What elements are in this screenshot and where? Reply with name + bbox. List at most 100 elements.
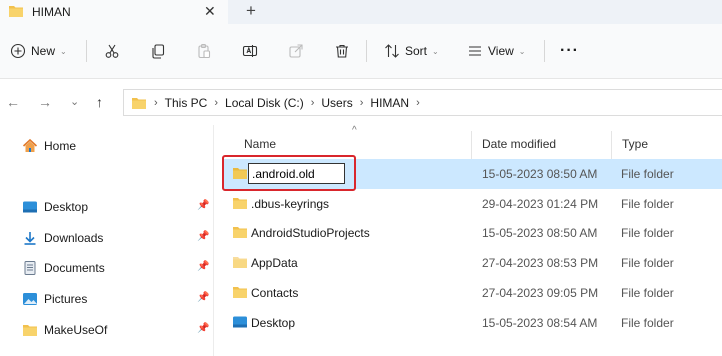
file-row[interactable]: .dbus-keyrings 29-04-2023 01:24 PM File … bbox=[222, 189, 722, 219]
copy-icon bbox=[150, 43, 166, 59]
type-cell: File folder bbox=[621, 167, 674, 181]
sidebar-item-pictures[interactable]: Pictures 📌 bbox=[22, 289, 212, 309]
breadcrumb-local-disk[interactable]: Local Disk (C:) bbox=[225, 96, 304, 110]
date-modified-cell: 29-04-2023 01:24 PM bbox=[482, 197, 599, 211]
sidebar-item-label: Documents bbox=[44, 261, 105, 275]
pin-icon[interactable]: 📌 bbox=[197, 292, 209, 303]
cut-button[interactable] bbox=[104, 40, 120, 62]
forward-button[interactable]: → bbox=[38, 94, 52, 110]
navigation-row: ← → ⌄ ↑ › This PC › Local Disk (C:) › Us… bbox=[0, 79, 722, 125]
column-header-name[interactable]: Name bbox=[244, 137, 276, 151]
type-cell: File folder bbox=[621, 197, 674, 211]
chevron-down-icon: ⌄ bbox=[518, 46, 526, 56]
sidebar-item-label: Downloads bbox=[44, 231, 104, 245]
share-button[interactable] bbox=[288, 40, 304, 62]
breadcrumb-separator: › bbox=[154, 96, 158, 109]
close-icon[interactable]: ✕ bbox=[204, 3, 216, 20]
file-row[interactable]: Desktop 15-05-2023 08:54 AM File folder bbox=[222, 308, 722, 338]
delete-button[interactable] bbox=[334, 40, 350, 62]
pin-icon[interactable]: 📌 bbox=[197, 231, 209, 242]
sort-icon bbox=[384, 43, 400, 59]
tab-himan[interactable]: HIMAN ✕ bbox=[0, 0, 228, 24]
home-icon bbox=[22, 138, 38, 154]
chevron-down-icon: ⌄ bbox=[60, 46, 67, 56]
paste-icon bbox=[196, 43, 212, 59]
tab-title: HIMAN bbox=[32, 5, 71, 19]
toolbar-divider bbox=[544, 40, 545, 62]
folder-icon bbox=[232, 255, 248, 269]
sidebar-item-downloads[interactable]: Downloads 📌 bbox=[22, 228, 212, 248]
date-modified-cell: 27-04-2023 09:05 PM bbox=[482, 286, 599, 300]
address-bar[interactable]: › This PC › Local Disk (C:) › Users › HI… bbox=[123, 89, 722, 116]
file-name-cell: AndroidStudioProjects bbox=[251, 226, 370, 240]
desktop-icon bbox=[232, 315, 248, 329]
folder-icon bbox=[131, 96, 147, 110]
breadcrumb-this-pc[interactable]: This PC bbox=[165, 96, 208, 110]
tab-strip: HIMAN ✕ + bbox=[0, 0, 722, 24]
file-row[interactable]: Contacts 27-04-2023 09:05 PM File folder bbox=[222, 278, 722, 308]
file-name-cell: Desktop bbox=[251, 316, 296, 330]
rename-input[interactable] bbox=[248, 163, 345, 184]
recent-locations-button[interactable]: ⌄ bbox=[70, 95, 79, 108]
copy-button[interactable] bbox=[150, 40, 166, 62]
rename-icon bbox=[242, 43, 258, 59]
sidebar-item-label: Home bbox=[44, 139, 77, 153]
file-row[interactable]: AppData 27-04-2023 08:53 PM File folder bbox=[222, 248, 722, 278]
new-tab-button[interactable]: + bbox=[246, 1, 256, 21]
folder-icon bbox=[232, 285, 248, 299]
sidebar-item-documents[interactable]: Documents 📌 bbox=[22, 258, 212, 278]
more-icon: ··· bbox=[560, 42, 579, 59]
plus-circle-icon bbox=[10, 43, 26, 59]
column-divider[interactable] bbox=[471, 131, 472, 159]
column-divider[interactable] bbox=[611, 131, 612, 159]
date-modified-cell: 15-05-2023 08:54 AM bbox=[482, 316, 598, 330]
pin-icon[interactable]: 📌 bbox=[197, 261, 209, 272]
chevron-down-icon: ⌄ bbox=[432, 46, 439, 56]
more-options-button[interactable]: ··· bbox=[560, 40, 579, 62]
command-bar: New ⌄ Sort ⌄ View ⌄ ··· bbox=[0, 24, 722, 79]
folder-icon bbox=[232, 196, 248, 210]
sidebar-item-makeuseof[interactable]: MakeUseOf 📌 bbox=[22, 320, 212, 340]
view-label: View bbox=[488, 44, 514, 58]
sort-button[interactable]: Sort ⌄ bbox=[384, 40, 439, 62]
date-modified-cell: 15-05-2023 08:50 AM bbox=[482, 167, 598, 181]
date-modified-cell: 27-04-2023 08:53 PM bbox=[482, 256, 599, 270]
rename-button[interactable] bbox=[242, 40, 258, 62]
cut-icon bbox=[104, 43, 120, 59]
pictures-icon bbox=[22, 292, 38, 306]
folder-icon bbox=[232, 225, 248, 239]
trash-icon bbox=[334, 43, 350, 59]
share-icon bbox=[288, 43, 304, 59]
column-header-date-modified[interactable]: Date modified bbox=[482, 137, 556, 151]
toolbar-divider bbox=[86, 40, 87, 62]
view-button[interactable]: View ⌄ bbox=[467, 40, 526, 62]
type-cell: File folder bbox=[621, 316, 674, 330]
breadcrumb-users[interactable]: Users bbox=[321, 96, 352, 110]
view-list-icon bbox=[467, 43, 483, 59]
back-button[interactable]: ← bbox=[6, 94, 20, 110]
file-name-cell: .dbus-keyrings bbox=[251, 197, 330, 211]
sidebar-item-home[interactable]: Home bbox=[22, 136, 212, 156]
folder-icon bbox=[22, 323, 38, 337]
breadcrumb-separator[interactable]: › bbox=[416, 97, 420, 109]
sidebar-item-label: Desktop bbox=[44, 200, 89, 214]
sidebar-item-desktop[interactable]: Desktop 📌 bbox=[22, 197, 212, 217]
file-name-cell: AppData bbox=[251, 256, 298, 270]
breadcrumb-separator[interactable]: › bbox=[214, 97, 218, 109]
column-header-type[interactable]: Type bbox=[622, 137, 648, 151]
pin-icon[interactable]: 📌 bbox=[197, 323, 209, 334]
sidebar-item-label: MakeUseOf bbox=[44, 323, 108, 337]
breadcrumb-himan[interactable]: HIMAN bbox=[370, 96, 409, 110]
new-button[interactable]: New ⌄ bbox=[10, 40, 67, 62]
date-modified-cell: 15-05-2023 08:50 AM bbox=[482, 226, 598, 240]
type-cell: File folder bbox=[621, 256, 674, 270]
breadcrumb-separator[interactable]: › bbox=[311, 97, 315, 109]
paste-button[interactable] bbox=[196, 40, 212, 62]
file-name-cell: Contacts bbox=[251, 286, 299, 300]
sort-label: Sort bbox=[405, 44, 428, 58]
breadcrumb-separator[interactable]: › bbox=[360, 97, 364, 109]
up-button[interactable]: ↑ bbox=[96, 94, 103, 110]
file-row[interactable]: AndroidStudioProjects 15-05-2023 08:50 A… bbox=[222, 218, 722, 248]
document-icon bbox=[22, 260, 38, 276]
pin-icon[interactable]: 📌 bbox=[197, 200, 209, 211]
